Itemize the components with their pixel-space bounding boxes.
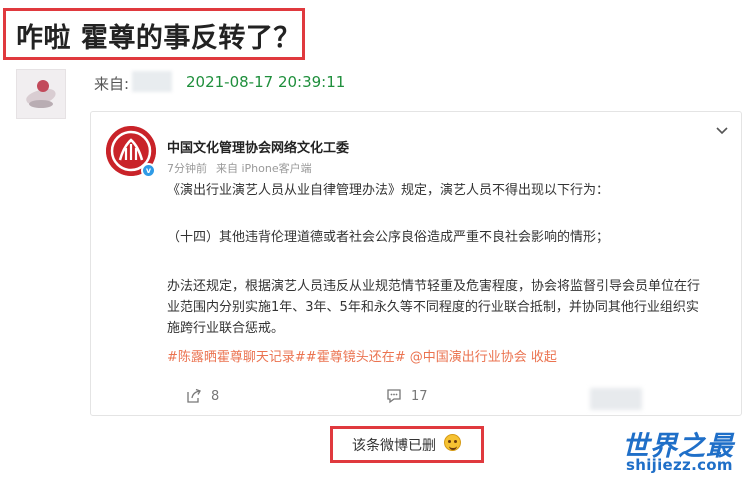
post-paragraph-2: （十四）其他违背伦理道德或者社会公序良俗造成严重不良社会影响的情形； xyxy=(167,230,610,245)
comment-count: 17 xyxy=(411,388,428,404)
from-label: 来自: xyxy=(94,75,130,93)
post-tags-line: #陈露晒霍尊聊天记录##霍尊镜头还在# @中国演出行业协会 收起 xyxy=(167,348,557,368)
post-paragraph-1: 《演出行业演艺人员从业自律管理办法》规定，演艺人员不得出现以下行为： xyxy=(167,183,610,198)
comment-button[interactable]: 17 xyxy=(386,386,428,406)
deleted-notice: 该条微博已删 xyxy=(352,438,436,454)
weibo-card xyxy=(90,111,742,416)
blurred-like-button[interactable] xyxy=(590,388,642,410)
collapse-link[interactable]: 收起 xyxy=(531,350,557,365)
post-relative-time[interactable]: 7分钟前 xyxy=(167,160,207,176)
post-timestamp: 2021-08-17 20:39:11 xyxy=(186,73,346,91)
share-count: 8 xyxy=(211,388,220,404)
blurred-username xyxy=(132,71,172,92)
laugh-emoji-icon xyxy=(444,434,461,451)
account-name[interactable]: 中国文化管理协会网络文化工委 xyxy=(167,137,349,156)
hashtag-link[interactable]: #陈露晒霍尊聊天记录# xyxy=(167,350,306,365)
headline: 咋啦 霍尊的事反转了？ xyxy=(16,23,301,54)
post-source: 来自 iPhone客户端 xyxy=(216,162,312,175)
watermark-url: shijiezz.com xyxy=(626,456,733,474)
user-avatar[interactable] xyxy=(16,69,66,119)
post-paragraph-3: 办法还规定，根据演艺人员违反从业规范情节轻重及危害程度，协会将监督引导会员单位在… xyxy=(167,279,701,336)
mention-link[interactable]: @中国演出行业协会 xyxy=(410,350,527,365)
hashtag-link[interactable]: #霍尊镜头还在# xyxy=(306,350,406,365)
share-icon xyxy=(187,388,201,403)
comment-icon xyxy=(387,389,401,404)
verified-badge-icon: v xyxy=(141,163,156,178)
share-button[interactable]: 8 xyxy=(186,386,219,406)
chevron-down-icon[interactable] xyxy=(716,126,728,136)
